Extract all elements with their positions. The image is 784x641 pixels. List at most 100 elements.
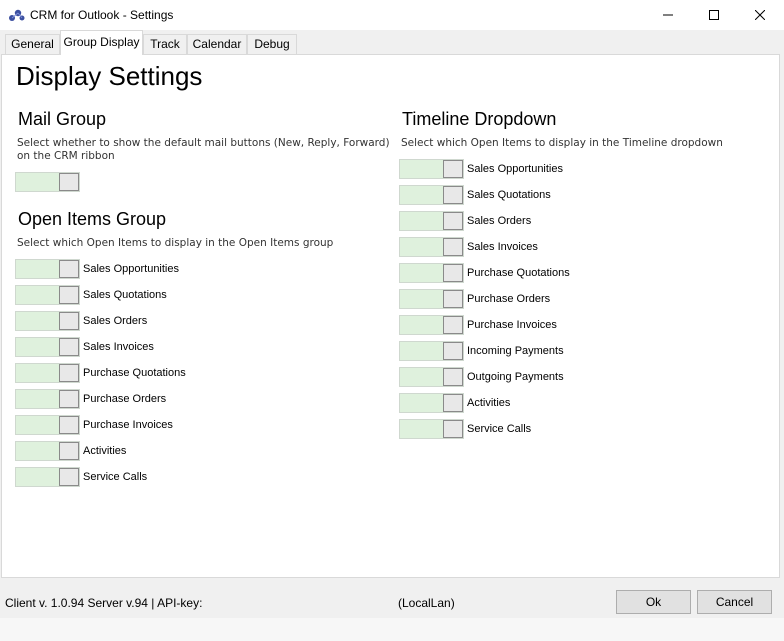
- toggle-row: Service Calls: [15, 467, 147, 487]
- item-toggle[interactable]: [399, 367, 464, 387]
- toggle-label: Purchase Invoices: [83, 419, 173, 431]
- close-icon: [755, 10, 765, 20]
- toggle-label: Purchase Quotations: [467, 267, 570, 279]
- tab-group-display[interactable]: Group Display: [60, 30, 143, 55]
- toggle-row: Sales Quotations: [15, 285, 167, 305]
- toggle-knob: [59, 390, 79, 408]
- open-items-group-heading: Open Items Group: [18, 209, 167, 229]
- toggle-label: Sales Quotations: [467, 189, 551, 201]
- item-toggle[interactable]: [399, 393, 464, 413]
- toggle-label: Purchase Invoices: [467, 319, 557, 331]
- item-toggle[interactable]: [399, 211, 464, 231]
- item-toggle[interactable]: [15, 363, 80, 383]
- toggle-row: Activities: [15, 441, 126, 461]
- cancel-button[interactable]: Cancel: [697, 590, 772, 614]
- item-toggle[interactable]: [399, 315, 464, 335]
- crm-app-icon: [9, 9, 25, 21]
- toggle-label: Sales Invoices: [83, 341, 154, 353]
- toggle-label: Outgoing Payments: [467, 371, 564, 383]
- toggle-row: Outgoing Payments: [399, 367, 564, 387]
- toggle-knob: [59, 468, 79, 486]
- connection-mode: (LocalLan): [398, 596, 455, 610]
- window-title: CRM for Outlook - Settings: [30, 8, 174, 22]
- item-toggle[interactable]: [15, 285, 80, 305]
- page-title: Display Settings: [16, 61, 203, 91]
- toggle-knob: [443, 186, 463, 204]
- toggle-row: Purchase Quotations: [399, 263, 570, 283]
- settings-panel: Display Settings Mail Group Select wheth…: [1, 54, 780, 578]
- mail-group-heading: Mail Group: [18, 109, 107, 129]
- toggle-row: Sales Invoices: [399, 237, 538, 257]
- toggle-row: Purchase Invoices: [15, 415, 173, 435]
- toggle-knob: [443, 316, 463, 334]
- tab-calendar[interactable]: Calendar: [187, 34, 247, 54]
- tab-track[interactable]: Track: [143, 34, 187, 54]
- item-toggle[interactable]: [15, 389, 80, 409]
- item-toggle[interactable]: [399, 419, 464, 439]
- open-items-group-description: Select which Open Items to display in th…: [17, 237, 334, 249]
- toggle-row: Activities: [399, 393, 510, 413]
- toggle-row: Sales Invoices: [15, 337, 154, 357]
- toggle-label: Service Calls: [467, 423, 532, 435]
- item-toggle[interactable]: [399, 289, 464, 309]
- toggle-row: Service Calls: [399, 419, 531, 439]
- item-toggle[interactable]: [15, 467, 80, 487]
- mail-buttons-toggle-row: [15, 172, 80, 192]
- toggle-row: Purchase Quotations: [15, 363, 186, 383]
- toggle-label: Sales Orders: [83, 315, 148, 327]
- toggle-knob: [443, 290, 463, 308]
- mail-group-description-line-2: on the CRM ribbon: [17, 150, 115, 162]
- toggle-knob: [443, 212, 463, 230]
- item-toggle[interactable]: [15, 441, 80, 461]
- toggle-row: Sales Orders: [399, 211, 531, 231]
- toggle-label: Activities: [83, 445, 127, 457]
- toggle-label: Activities: [467, 397, 511, 409]
- toggle-label: Sales Opportunities: [467, 163, 563, 175]
- toggle-knob: [443, 238, 463, 256]
- toggle-row: Purchase Orders: [15, 389, 166, 409]
- toggle-knob: [443, 160, 463, 178]
- item-toggle[interactable]: [15, 337, 80, 357]
- toggle-row: Incoming Payments: [399, 341, 564, 361]
- tab-debug[interactable]: Debug: [247, 34, 297, 54]
- item-toggle[interactable]: [399, 159, 464, 179]
- toggle-knob: [443, 368, 463, 386]
- toggle-knob: [59, 416, 79, 434]
- toggle-row: Sales Opportunities: [399, 159, 563, 179]
- item-toggle[interactable]: [15, 259, 80, 279]
- mail-buttons-toggle[interactable]: [15, 172, 80, 192]
- toggle-label: Sales Quotations: [83, 289, 167, 301]
- toggle-knob: [59, 173, 79, 191]
- timeline-dropdown-description: Select which Open Items to display in th…: [401, 137, 723, 149]
- toggle-knob: [59, 286, 79, 304]
- toggle-knob: [59, 442, 79, 460]
- item-toggle[interactable]: [399, 263, 464, 283]
- toggle-knob: [59, 312, 79, 330]
- client-version-info: Client v. 1.0.94 Server v.94 | API-key:: [5, 596, 203, 610]
- toggle-knob: [443, 394, 463, 412]
- minimize-button[interactable]: [645, 0, 691, 30]
- toggle-knob: [443, 420, 463, 438]
- toggle-label: Sales Opportunities: [83, 263, 179, 275]
- minimize-icon: [663, 14, 673, 16]
- toggle-row: Purchase Invoices: [399, 315, 557, 335]
- title-bar: CRM for Outlook - Settings: [0, 0, 784, 30]
- toggle-row: Sales Quotations: [399, 185, 551, 205]
- timeline-dropdown-heading: Timeline Dropdown: [402, 109, 557, 129]
- toggle-row: Sales Orders: [15, 311, 147, 331]
- close-button[interactable]: [737, 0, 783, 30]
- toggle-label: Sales Invoices: [467, 241, 538, 253]
- toggle-row: Purchase Orders: [399, 289, 550, 309]
- maximize-button[interactable]: [691, 0, 737, 30]
- item-toggle[interactable]: [399, 185, 464, 205]
- item-toggle[interactable]: [15, 311, 80, 331]
- item-toggle[interactable]: [399, 341, 464, 361]
- item-toggle[interactable]: [15, 415, 80, 435]
- toggle-knob: [59, 260, 79, 278]
- tab-general[interactable]: General: [5, 34, 60, 54]
- mail-group-description-line-1: Select whether to show the default mail …: [17, 137, 390, 149]
- item-toggle[interactable]: [399, 237, 464, 257]
- bottom-strip: [0, 618, 784, 641]
- ok-button[interactable]: Ok: [616, 590, 691, 614]
- toggle-label: Purchase Orders: [83, 393, 167, 405]
